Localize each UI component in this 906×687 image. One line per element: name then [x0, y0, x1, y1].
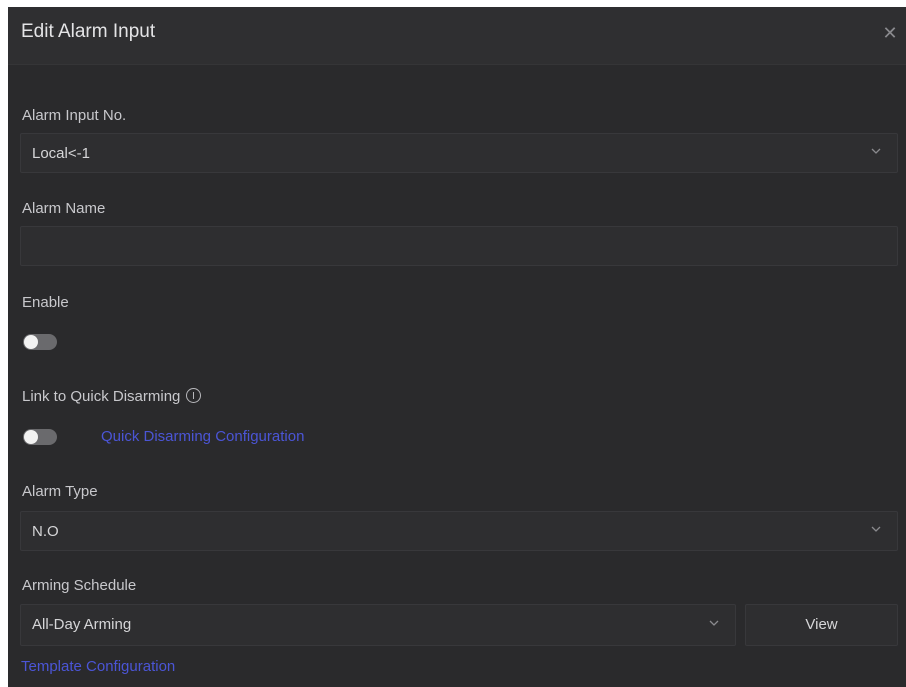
alarm-name-label: Alarm Name — [22, 200, 106, 217]
alarm-name-input[interactable] — [20, 226, 898, 266]
view-button[interactable]: View — [745, 604, 898, 646]
template-configuration-link[interactable]: Template Configuration — [21, 658, 175, 675]
dialog-title: Edit Alarm Input — [21, 21, 156, 42]
alarm-input-no-value: Local<-1 — [32, 145, 90, 162]
arming-schedule-value: All-Day Arming — [32, 616, 132, 633]
arming-schedule-label: Arming Schedule — [22, 577, 137, 594]
quick-disarming-label: Link to Quick Disarming — [22, 387, 202, 405]
alarm-type-label: Alarm Type — [22, 483, 98, 500]
enable-toggle[interactable] — [23, 334, 57, 350]
chevron-down-icon — [871, 526, 881, 532]
alarm-type-value: N.O — [32, 523, 59, 540]
quick-disarming-configuration-link[interactable]: Quick Disarming Configuration — [101, 428, 304, 445]
dialog-header: Edit Alarm Input ✕ — [8, 7, 906, 65]
quick-disarming-label-text: Link to Quick Disarming — [22, 388, 181, 405]
alarm-input-no-select[interactable]: Local<-1 — [20, 133, 898, 173]
enable-label: Enable — [22, 294, 69, 311]
toggle-knob — [24, 335, 38, 349]
quick-disarming-toggle[interactable] — [23, 429, 57, 445]
alarm-input-no-label: Alarm Input No. — [22, 107, 127, 124]
arming-schedule-select[interactable]: All-Day Arming — [20, 604, 736, 646]
close-icon[interactable]: ✕ — [882, 24, 898, 42]
chevron-down-icon — [709, 620, 719, 626]
alarm-type-select[interactable]: N.O — [20, 511, 898, 551]
toggle-knob — [24, 430, 38, 444]
info-icon[interactable] — [186, 387, 202, 403]
edit-alarm-input-dialog: Edit Alarm Input ✕ Alarm Input No. Local… — [8, 7, 906, 687]
chevron-down-icon — [871, 148, 881, 154]
